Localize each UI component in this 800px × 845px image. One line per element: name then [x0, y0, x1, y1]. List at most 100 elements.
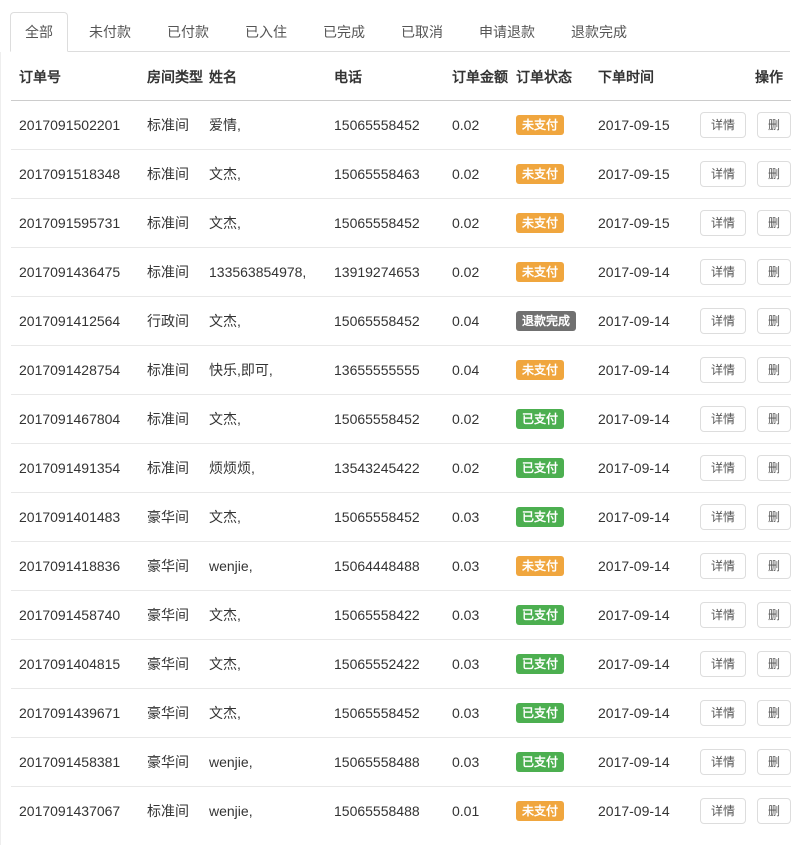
cell-order-no: 2017091491354: [11, 444, 139, 493]
table-row: 2017091418836豪华间wenjie,150644484880.03未支…: [11, 542, 791, 591]
detail-button[interactable]: 详情: [700, 553, 746, 579]
cell-guest-name: 文杰,: [201, 640, 326, 689]
column-header-status: 订单状态: [508, 52, 590, 101]
cell-status: 退款完成: [508, 297, 590, 346]
cell-phone: 15065552422: [326, 640, 444, 689]
cell-actions: 详情删: [692, 542, 791, 591]
cell-guest-name: 文杰,: [201, 591, 326, 640]
cell-guest-name: wenjie,: [201, 787, 326, 836]
cell-order-no: 2017091418836: [11, 542, 139, 591]
column-header-order-time: 下单时间: [590, 52, 692, 101]
cell-order-time: 2017-09-14: [590, 297, 692, 346]
delete-button[interactable]: 删: [757, 112, 791, 138]
table-row: 2017091412564行政间文杰,150655584520.04退款完成20…: [11, 297, 791, 346]
cell-amount: 0.03: [444, 689, 508, 738]
table-row: 2017091491354标准间烦烦烦,135432454220.02已支付20…: [11, 444, 791, 493]
detail-button[interactable]: 详情: [700, 651, 746, 677]
delete-button[interactable]: 删: [757, 602, 791, 628]
detail-button[interactable]: 详情: [700, 602, 746, 628]
cell-phone: 15065558422: [326, 591, 444, 640]
detail-button[interactable]: 详情: [700, 161, 746, 187]
cell-guest-name: 文杰,: [201, 199, 326, 248]
cell-status: 未支付: [508, 199, 590, 248]
cell-status: 已支付: [508, 395, 590, 444]
detail-button[interactable]: 详情: [700, 406, 746, 432]
cell-guest-name: 文杰,: [201, 395, 326, 444]
cell-actions: 详情删: [692, 689, 791, 738]
tab-checked-in[interactable]: 已入住: [230, 12, 302, 52]
delete-button[interactable]: 删: [757, 749, 791, 775]
cell-actions: 详情删: [692, 346, 791, 395]
column-header-amount: 订单金额: [444, 52, 508, 101]
detail-button[interactable]: 详情: [700, 308, 746, 334]
cell-order-time: 2017-09-14: [590, 248, 692, 297]
table-row: 2017091458381豪华间wenjie,150655584880.03已支…: [11, 738, 791, 787]
delete-button[interactable]: 删: [757, 798, 791, 824]
cell-order-no: 2017091518348: [11, 150, 139, 199]
cell-status: 已支付: [508, 689, 590, 738]
cell-amount: 0.03: [444, 640, 508, 689]
tab-refund-completed[interactable]: 退款完成: [556, 12, 642, 52]
cell-order-time: 2017-09-14: [590, 689, 692, 738]
delete-button[interactable]: 删: [757, 504, 791, 530]
cell-order-time: 2017-09-15: [590, 199, 692, 248]
cell-phone: 13655555555: [326, 346, 444, 395]
delete-button[interactable]: 删: [757, 210, 791, 236]
cell-guest-name: 文杰,: [201, 297, 326, 346]
tab-completed[interactable]: 已完成: [308, 12, 380, 52]
delete-button[interactable]: 删: [757, 553, 791, 579]
detail-button[interactable]: 详情: [700, 700, 746, 726]
table-header-row: 订单号房间类型姓名电话订单金额订单状态下单时间操作: [11, 52, 791, 101]
cell-status: 已支付: [508, 591, 590, 640]
column-header-guest-name: 姓名: [201, 52, 326, 101]
delete-button[interactable]: 删: [757, 651, 791, 677]
detail-button[interactable]: 详情: [700, 259, 746, 285]
status-badge: 已支付: [516, 605, 564, 625]
cell-phone: 15065558452: [326, 395, 444, 444]
status-badge: 已支付: [516, 654, 564, 674]
cell-guest-name: 文杰,: [201, 150, 326, 199]
cell-phone: 15065558488: [326, 738, 444, 787]
cell-order-time: 2017-09-14: [590, 395, 692, 444]
detail-button[interactable]: 详情: [700, 210, 746, 236]
orders-table: 订单号房间类型姓名电话订单金额订单状态下单时间操作 2017091502201标…: [11, 52, 791, 835]
delete-button[interactable]: 删: [757, 259, 791, 285]
detail-button[interactable]: 详情: [700, 504, 746, 530]
tab-all[interactable]: 全部: [10, 12, 68, 52]
order-status-tabbar: 全部未付款已付款已入住已完成已取消申请退款退款完成: [10, 12, 790, 52]
cell-order-time: 2017-09-14: [590, 738, 692, 787]
table-row: 2017091502201标准间爱情,150655584520.02未支付201…: [11, 101, 791, 150]
detail-button[interactable]: 详情: [700, 749, 746, 775]
delete-button[interactable]: 删: [757, 357, 791, 383]
delete-button[interactable]: 删: [757, 308, 791, 334]
cell-room-type: 豪华间: [139, 542, 201, 591]
detail-button[interactable]: 详情: [700, 357, 746, 383]
cell-status: 已支付: [508, 493, 590, 542]
table-row: 2017091401483豪华间文杰,150655584520.03已支付201…: [11, 493, 791, 542]
cell-room-type: 豪华间: [139, 493, 201, 542]
cell-actions: 详情删: [692, 199, 791, 248]
delete-button[interactable]: 删: [757, 406, 791, 432]
delete-button[interactable]: 删: [757, 700, 791, 726]
cell-status: 已支付: [508, 738, 590, 787]
tab-unpaid[interactable]: 未付款: [74, 12, 146, 52]
detail-button[interactable]: 详情: [700, 455, 746, 481]
table-row: 2017091404815豪华间文杰,150655524220.03已支付201…: [11, 640, 791, 689]
cell-room-type: 标准间: [139, 199, 201, 248]
delete-button[interactable]: 删: [757, 161, 791, 187]
cell-amount: 0.02: [444, 101, 508, 150]
detail-button[interactable]: 详情: [700, 798, 746, 824]
tab-paid[interactable]: 已付款: [152, 12, 224, 52]
cell-status: 未支付: [508, 248, 590, 297]
cell-phone: 15065558452: [326, 199, 444, 248]
tab-refund-requested[interactable]: 申请退款: [464, 12, 550, 52]
cell-order-no: 2017091502201: [11, 101, 139, 150]
tab-cancelled[interactable]: 已取消: [386, 12, 458, 52]
detail-button[interactable]: 详情: [700, 112, 746, 138]
cell-order-no: 2017091436475: [11, 248, 139, 297]
cell-status: 未支付: [508, 150, 590, 199]
cell-room-type: 豪华间: [139, 738, 201, 787]
cell-amount: 0.04: [444, 297, 508, 346]
delete-button[interactable]: 删: [757, 455, 791, 481]
cell-phone: 15065558463: [326, 150, 444, 199]
